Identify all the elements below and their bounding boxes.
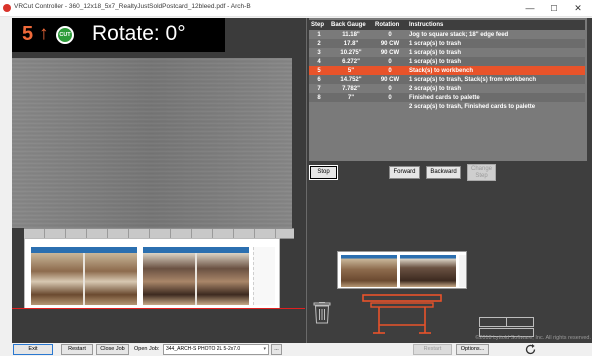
preview-card-blank	[459, 255, 466, 287]
cutter-view: 5 ↑ CUT Rotate: 0°	[12, 18, 305, 343]
step-cell: 1	[309, 30, 329, 39]
table-row[interactable]: 8 7" 0 Finished cards to palette	[309, 93, 585, 102]
arrow-up-icon: ↑	[39, 23, 49, 44]
step-cell	[309, 102, 329, 111]
restart-button[interactable]: Restart	[61, 344, 93, 355]
card-image-1	[31, 247, 137, 305]
trash-icon	[313, 302, 331, 324]
back-gauge-cell: 11.18"	[329, 30, 373, 39]
options-button[interactable]: Options...	[456, 344, 489, 355]
instructions-cell: 2 scrap(s) to trash, Finished cards to p…	[407, 102, 585, 111]
copyright-text: ©2018 Lyttold Software, Inc. All rights …	[475, 335, 591, 341]
step-cell: 4	[309, 57, 329, 66]
steps-table: Step Back Gauge Rotation Instructions 11…	[309, 20, 585, 111]
step-cell: 6	[309, 75, 329, 84]
window-title: VRCut Controller - 360_12x18_5x7_RealtyJ…	[14, 3, 251, 10]
restart-disabled-button[interactable]: Restart	[413, 344, 452, 355]
table-row[interactable]: 6 14.752" 90 CW 1 scrap(s) to trash, Stack(…	[309, 75, 585, 84]
minimize-button[interactable]: —	[518, 0, 542, 17]
instructions-cell: Stack(s) to workbench	[407, 66, 585, 75]
step-cell: 2	[309, 39, 329, 48]
rotation-cell	[373, 102, 407, 111]
back-gauge-cell: 6.272"	[329, 57, 373, 66]
current-step-number: 5	[22, 23, 34, 45]
back-gauge-cell: 17.8"	[329, 39, 373, 48]
preview-card-1	[341, 255, 397, 287]
back-gauge-cell: 10.275"	[329, 48, 373, 57]
main-area: 5 ↑ CUT Rotate: 0° Step Back Gauge Rotat…	[12, 18, 592, 343]
palette-icon	[479, 317, 534, 327]
back-gauge-cell: 7"	[329, 93, 373, 102]
card-image-2	[143, 247, 249, 305]
chevron-down-icon: ▾	[263, 346, 266, 352]
card-blank	[253, 247, 275, 305]
step-cell: 3	[309, 48, 329, 57]
change-step-button[interactable]: Change Step	[467, 164, 496, 181]
back-gauge-cell	[329, 102, 373, 111]
open-job-value: 344_ARCH-S PHOTO 2L 5-2x7.0	[166, 346, 241, 352]
rotate-label: Rotate: 0°	[92, 22, 186, 45]
instructions-cell: 1 scrap(s) to trash	[407, 57, 585, 66]
workbench-preview	[337, 251, 467, 289]
rotation-cell: 0	[373, 30, 407, 39]
table-row[interactable]: 2 17.8" 90 CW 1 scrap(s) to trash	[309, 39, 585, 48]
preview-card-2	[400, 255, 456, 287]
instructions-cell: 1 scrap(s) to trash, Stack(s) from workb…	[407, 75, 585, 84]
stop-button[interactable]: Stop	[309, 165, 338, 180]
vrcut-window: VRCut Controller - 360_12x18_5x7_RealtyJ…	[0, 0, 592, 356]
app-logo-icon	[3, 4, 11, 12]
cut-line-indicator	[12, 308, 305, 309]
browse-button[interactable]: ...	[271, 344, 282, 355]
open-job-select[interactable]: 344_ARCH-S PHOTO 2L 5-2x7.0 ▾	[163, 344, 269, 355]
backward-button[interactable]: Backward	[426, 166, 461, 179]
back-gauge-cell: 7.782"	[329, 84, 373, 93]
table-row[interactable]: 4 6.272" 0 1 scrap(s) to trash	[309, 57, 585, 66]
header-back-gauge: Back Gauge	[329, 20, 373, 30]
table-row-current[interactable]: 5 5" 0 Stack(s) to workbench	[309, 66, 585, 75]
open-job-label: Open Job:	[134, 346, 160, 352]
cutter-bed	[12, 58, 292, 228]
steps-panel: Step Back Gauge Rotation Instructions 11…	[306, 18, 592, 343]
close-job-button[interactable]: Close Job	[96, 344, 129, 355]
rotation-cell: 90 CW	[373, 48, 407, 57]
back-gauge-cell: 14.752"	[329, 75, 373, 84]
maximize-button[interactable]: ☐	[542, 0, 566, 17]
cut-badge-icon: CUT	[56, 26, 74, 44]
table-row[interactable]: 1 11.18" 0 Jog to square stack; 18" edge fe…	[309, 30, 585, 39]
instructions-cell: 2 scrap(s) to trash	[407, 84, 585, 93]
step-cell: 8	[309, 93, 329, 102]
step-cell: 5	[309, 66, 329, 75]
title-bar: VRCut Controller - 360_12x18_5x7_RealtyJ…	[0, 0, 592, 17]
steps-table-header: Step Back Gauge Rotation Instructions	[309, 20, 585, 30]
close-button[interactable]: ✕	[566, 0, 590, 17]
rotation-cell: 0	[373, 84, 407, 93]
workbench-icon	[362, 294, 442, 334]
table-row[interactable]: 2 scrap(s) to trash, Finished cards to p…	[309, 102, 585, 111]
instructions-cell: Jog to square stack; 18" edge feed	[407, 30, 585, 39]
back-gauge-cell: 5"	[329, 66, 373, 75]
header-instructions: Instructions	[407, 20, 585, 30]
rotation-cell: 0	[373, 66, 407, 75]
forward-button[interactable]: Forward	[389, 166, 420, 179]
paper-stack	[24, 238, 280, 309]
rotation-cell: 0	[373, 57, 407, 66]
instructions-cell: 1 scrap(s) to trash	[407, 48, 585, 57]
refresh-icon[interactable]	[524, 343, 537, 356]
table-row[interactable]: 3 10.275" 90 CW 1 scrap(s) to trash	[309, 48, 585, 57]
current-step-status: 5 ↑ CUT Rotate: 0°	[12, 18, 225, 52]
rotation-cell: 90 CW	[373, 75, 407, 84]
instructions-cell: Finished cards to palette	[407, 93, 585, 102]
header-step: Step	[309, 20, 329, 30]
instructions-cell: 1 scrap(s) to trash	[407, 39, 585, 48]
bottom-toolbar: Exit Restart Close Job Open Job: 344_ARC…	[0, 343, 592, 356]
exit-button[interactable]: Exit	[13, 344, 53, 355]
rotation-cell: 0	[373, 93, 407, 102]
table-row[interactable]: 7 7.782" 0 2 scrap(s) to trash	[309, 84, 585, 93]
rotation-cell: 90 CW	[373, 39, 407, 48]
header-rotation: Rotation	[373, 20, 407, 30]
step-cell: 7	[309, 84, 329, 93]
